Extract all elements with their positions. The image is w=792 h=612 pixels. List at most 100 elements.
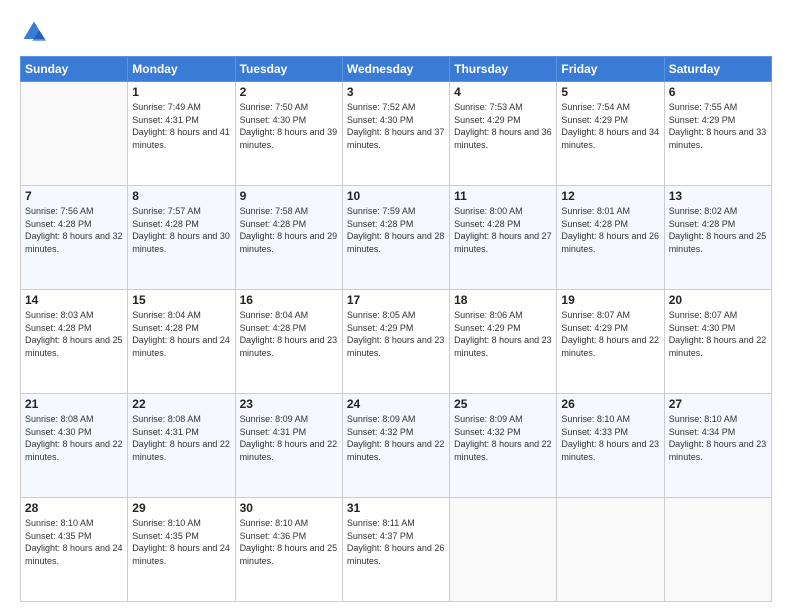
calendar-table: SundayMondayTuesdayWednesdayThursdayFrid… <box>20 56 772 602</box>
week-row-3: 14 Sunrise: 8:03 AMSunset: 4:28 PMDayligh… <box>21 290 772 394</box>
day-number: 19 <box>561 293 659 307</box>
day-info: Sunrise: 8:10 AMSunset: 4:36 PMDaylight:… <box>240 517 338 567</box>
day-number: 27 <box>669 397 767 411</box>
calendar-cell: 7Sunrise: 7:56 AMSunset: 4:28 PMDaylight… <box>21 186 128 290</box>
day-number: 21 <box>25 397 123 411</box>
day-number: 15 <box>132 293 230 307</box>
day-number: 31 <box>347 501 445 515</box>
logo <box>20 18 52 46</box>
weekday-header-wednesday: Wednesday <box>342 57 449 82</box>
day-number: 10 <box>347 189 445 203</box>
day-number: 17 <box>347 293 445 307</box>
calendar-cell: 6 Sunrise: 7:55 AMSunset: 4:29 PMDaylight… <box>664 82 771 186</box>
day-number: 22 <box>132 397 230 411</box>
calendar-cell: 8 Sunrise: 7:57 AMSunset: 4:28 PMDaylight… <box>128 186 235 290</box>
weekday-header-friday: Friday <box>557 57 664 82</box>
day-number: 25 <box>454 397 552 411</box>
calendar-cell: 20Sunrise: 8:07 AMSunset: 4:30 PMDayligh… <box>664 290 771 394</box>
header <box>20 18 772 46</box>
day-number: 1 <box>132 85 230 99</box>
logo-icon <box>20 18 48 46</box>
week-row-1: 1 Sunrise: 7:49 AMSunset: 4:31 PMDaylight… <box>21 82 772 186</box>
day-number: 29 <box>132 501 230 515</box>
day-number: 18 <box>454 293 552 307</box>
day-info: Sunrise: 7:52 AMSunset: 4:30 PMDaylight:… <box>347 101 445 151</box>
day-number: 23 <box>240 397 338 411</box>
day-info: Sunrise: 8:10 AMSunset: 4:33 PMDaylight:… <box>561 413 659 463</box>
calendar-cell <box>557 498 664 602</box>
day-info: Sunrise: 8:09 AMSunset: 4:31 PMDaylight:… <box>240 413 338 463</box>
day-info: Sunrise: 8:10 AMSunset: 4:35 PMDaylight:… <box>25 517 123 567</box>
calendar-cell: 5 Sunrise: 7:54 AMSunset: 4:29 PMDaylight… <box>557 82 664 186</box>
calendar-cell: 28 Sunrise: 8:10 AMSunset: 4:35 PMDayligh… <box>21 498 128 602</box>
calendar-cell <box>21 82 128 186</box>
day-number: 26 <box>561 397 659 411</box>
day-info: Sunrise: 7:55 AMSunset: 4:29 PMDaylight:… <box>669 101 767 151</box>
week-row-2: 7Sunrise: 7:56 AMSunset: 4:28 PMDaylight… <box>21 186 772 290</box>
day-info: Sunrise: 8:08 AMSunset: 4:31 PMDaylight:… <box>132 413 230 463</box>
day-info: Sunrise: 8:08 AMSunset: 4:30 PMDaylight:… <box>25 413 123 463</box>
calendar-cell: 25 Sunrise: 8:09 AMSunset: 4:32 PMDayligh… <box>450 394 557 498</box>
day-number: 30 <box>240 501 338 515</box>
calendar-cell <box>664 498 771 602</box>
calendar-cell: 15 Sunrise: 8:04 AMSunset: 4:28 PMDayligh… <box>128 290 235 394</box>
day-number: 4 <box>454 85 552 99</box>
weekday-header-row: SundayMondayTuesdayWednesdayThursdayFrid… <box>21 57 772 82</box>
weekday-header-thursday: Thursday <box>450 57 557 82</box>
calendar-cell: 18 Sunrise: 8:06 AMSunset: 4:29 PMDayligh… <box>450 290 557 394</box>
calendar-cell: 30 Sunrise: 8:10 AMSunset: 4:36 PMDayligh… <box>235 498 342 602</box>
day-info: Sunrise: 8:05 AMSunset: 4:29 PMDaylight:… <box>347 309 445 359</box>
calendar-cell: 9Sunrise: 7:58 AMSunset: 4:28 PMDaylight… <box>235 186 342 290</box>
day-info: Sunrise: 8:11 AMSunset: 4:37 PMDaylight:… <box>347 517 445 567</box>
weekday-header-saturday: Saturday <box>664 57 771 82</box>
day-info: Sunrise: 8:06 AMSunset: 4:29 PMDaylight:… <box>454 309 552 359</box>
day-info: Sunrise: 8:10 AMSunset: 4:34 PMDaylight:… <box>669 413 767 463</box>
day-info: Sunrise: 8:10 AMSunset: 4:35 PMDaylight:… <box>132 517 230 567</box>
day-info: Sunrise: 7:54 AMSunset: 4:29 PMDaylight:… <box>561 101 659 151</box>
day-number: 7 <box>25 189 123 203</box>
weekday-header-monday: Monday <box>128 57 235 82</box>
day-info: Sunrise: 7:50 AMSunset: 4:30 PMDaylight:… <box>240 101 338 151</box>
calendar-cell: 11Sunrise: 8:00 AMSunset: 4:28 PMDayligh… <box>450 186 557 290</box>
calendar-cell: 27 Sunrise: 8:10 AMSunset: 4:34 PMDayligh… <box>664 394 771 498</box>
calendar-cell: 29 Sunrise: 8:10 AMSunset: 4:35 PMDayligh… <box>128 498 235 602</box>
calendar-cell: 26 Sunrise: 8:10 AMSunset: 4:33 PMDayligh… <box>557 394 664 498</box>
day-info: Sunrise: 7:53 AMSunset: 4:29 PMDaylight:… <box>454 101 552 151</box>
calendar-cell: 4 Sunrise: 7:53 AMSunset: 4:29 PMDaylight… <box>450 82 557 186</box>
day-number: 3 <box>347 85 445 99</box>
week-row-4: 21 Sunrise: 8:08 AMSunset: 4:30 PMDayligh… <box>21 394 772 498</box>
calendar-cell: 17 Sunrise: 8:05 AMSunset: 4:29 PMDayligh… <box>342 290 449 394</box>
calendar-cell: 10 Sunrise: 7:59 AMSunset: 4:28 PMDayligh… <box>342 186 449 290</box>
calendar-cell: 31 Sunrise: 8:11 AMSunset: 4:37 PMDayligh… <box>342 498 449 602</box>
calendar-cell: 23 Sunrise: 8:09 AMSunset: 4:31 PMDayligh… <box>235 394 342 498</box>
day-info: Sunrise: 8:03 AMSunset: 4:28 PMDaylight:… <box>25 309 123 359</box>
day-info: Sunrise: 8:07 AMSunset: 4:30 PMDaylight:… <box>669 309 767 359</box>
day-number: 16 <box>240 293 338 307</box>
day-number: 8 <box>132 189 230 203</box>
calendar-cell: 22 Sunrise: 8:08 AMSunset: 4:31 PMDayligh… <box>128 394 235 498</box>
day-info: Sunrise: 8:02 AMSunset: 4:28 PMDaylight:… <box>669 205 767 255</box>
weekday-header-tuesday: Tuesday <box>235 57 342 82</box>
day-number: 12 <box>561 189 659 203</box>
calendar-cell: 24Sunrise: 8:09 AMSunset: 4:32 PMDayligh… <box>342 394 449 498</box>
day-info: Sunrise: 7:59 AMSunset: 4:28 PMDaylight:… <box>347 205 445 255</box>
calendar-cell: 13 Sunrise: 8:02 AMSunset: 4:28 PMDayligh… <box>664 186 771 290</box>
day-number: 13 <box>669 189 767 203</box>
day-number: 6 <box>669 85 767 99</box>
day-info: Sunrise: 8:04 AMSunset: 4:28 PMDaylight:… <box>132 309 230 359</box>
day-number: 14 <box>25 293 123 307</box>
calendar-cell: 14 Sunrise: 8:03 AMSunset: 4:28 PMDayligh… <box>21 290 128 394</box>
day-number: 11 <box>454 189 552 203</box>
calendar-cell: 3 Sunrise: 7:52 AMSunset: 4:30 PMDaylight… <box>342 82 449 186</box>
day-info: Sunrise: 8:09 AMSunset: 4:32 PMDaylight:… <box>347 413 445 463</box>
day-number: 9 <box>240 189 338 203</box>
calendar-cell: 21 Sunrise: 8:08 AMSunset: 4:30 PMDayligh… <box>21 394 128 498</box>
weekday-header-sunday: Sunday <box>21 57 128 82</box>
day-info: Sunrise: 7:49 AMSunset: 4:31 PMDaylight:… <box>132 101 230 151</box>
day-number: 5 <box>561 85 659 99</box>
page: SundayMondayTuesdayWednesdayThursdayFrid… <box>0 0 792 612</box>
day-info: Sunrise: 8:09 AMSunset: 4:32 PMDaylight:… <box>454 413 552 463</box>
day-number: 28 <box>25 501 123 515</box>
calendar-cell: 16Sunrise: 8:04 AMSunset: 4:28 PMDayligh… <box>235 290 342 394</box>
day-info: Sunrise: 7:57 AMSunset: 4:28 PMDaylight:… <box>132 205 230 255</box>
